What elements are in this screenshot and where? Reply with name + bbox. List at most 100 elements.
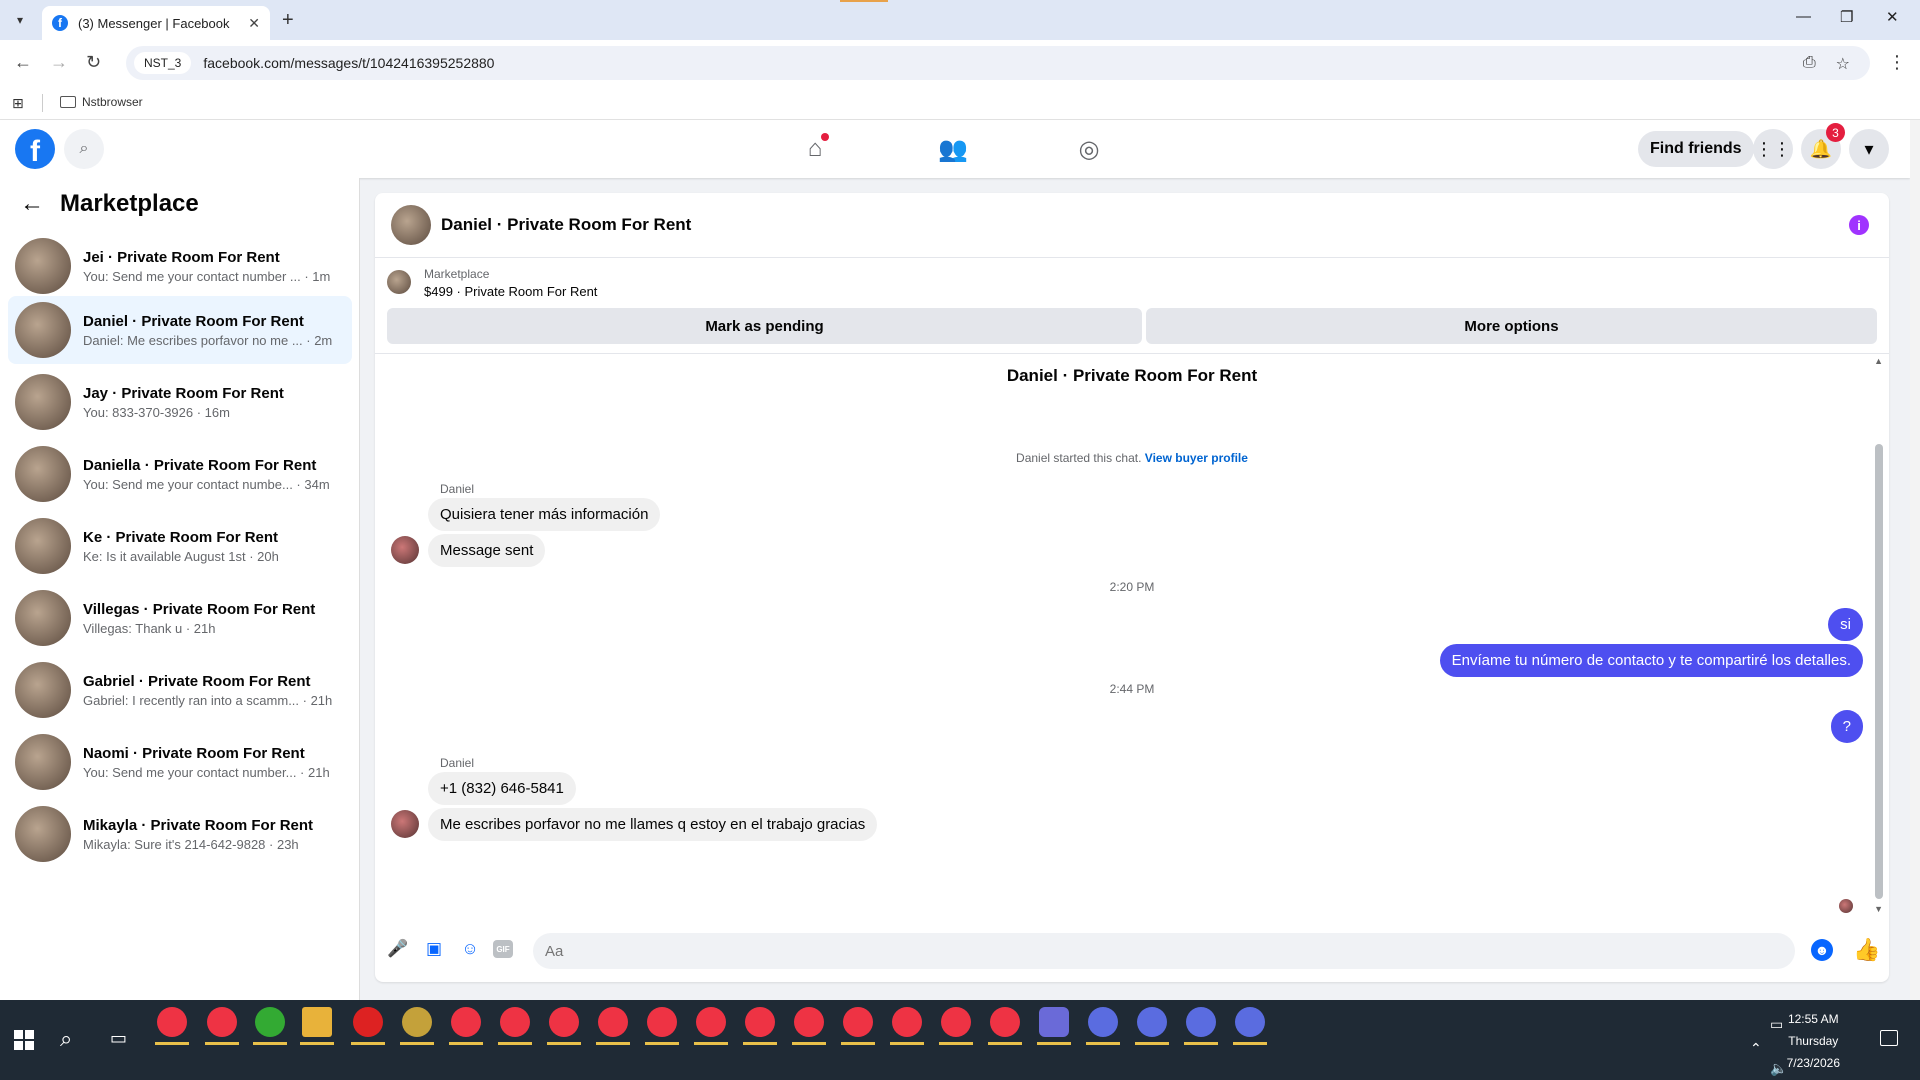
install-app-icon[interactable]: ⎙: [1803, 54, 1816, 74]
chrome-icon[interactable]: [939, 1007, 973, 1045]
conversation-item[interactable]: Daniella · Private Room For Rent You: Sen…: [8, 440, 352, 508]
scroll-down-icon[interactable]: ▼: [1874, 904, 1883, 914]
chrome-profile-icon[interactable]: [155, 1007, 189, 1045]
facebook-logo-icon[interactable]: f: [15, 129, 55, 169]
gif-icon[interactable]: GIF: [493, 940, 513, 958]
browser-tab[interactable]: f (3) Messenger | Facebook ✕: [42, 6, 270, 40]
show-hidden-icons-icon[interactable]: ⌃: [1750, 1040, 1762, 1057]
conversation-item[interactable]: Jei · Private Room For Rent You: Send me …: [8, 232, 352, 300]
chrome-icon[interactable]: [498, 1007, 532, 1045]
chat-header-name[interactable]: Daniel · Private Room For Rent: [441, 215, 691, 235]
url-text[interactable]: facebook.com/messages/t/1042416395252880: [203, 55, 494, 71]
network-icon[interactable]: ▭: [1770, 1016, 1783, 1033]
bookmark-folder[interactable]: Nstbrowser: [60, 95, 143, 109]
forward-icon[interactable]: →: [50, 52, 68, 73]
chrome-icon[interactable]: [645, 1007, 679, 1045]
bookmark-star-icon[interactable]: ☆: [1836, 54, 1850, 74]
address-bar-row: ← → ↻ NST_3 facebook.com/messages/t/1042…: [0, 40, 1920, 86]
app-icon[interactable]: [400, 1007, 434, 1045]
notifications-bell-icon[interactable]: 🔔 3: [1801, 123, 1845, 169]
chrome-icon[interactable]: [988, 1007, 1022, 1045]
account-chevron-icon[interactable]: ▾: [1849, 129, 1889, 169]
view-buyer-profile-link[interactable]: View buyer profile: [1145, 451, 1248, 465]
nstbrowser-icon[interactable]: [1233, 1007, 1267, 1045]
chrome-icon[interactable]: [743, 1007, 777, 1045]
mark-as-pending-button[interactable]: Mark as pending: [387, 308, 1142, 344]
profile-chip[interactable]: NST_3: [134, 52, 192, 74]
conversation-snippet: You: Send me your contact number ... · 1…: [83, 268, 331, 284]
back-arrow-icon[interactable]: ←: [20, 190, 44, 218]
conversation-item[interactable]: Ke · Private Room For Rent Ke: Is it avai…: [8, 512, 352, 580]
scroll-up-icon[interactable]: ▲: [1874, 356, 1883, 366]
timestamp: 2:44 PM: [1109, 682, 1155, 696]
tab-search-chevron-icon[interactable]: ▾: [8, 9, 32, 31]
nstbrowser-icon[interactable]: [1086, 1007, 1120, 1045]
thumbs-up-icon[interactable]: 👍: [1853, 937, 1880, 963]
app-icon[interactable]: [351, 1007, 385, 1045]
incoming-message[interactable]: +1 (832) 646-5841: [428, 772, 576, 805]
taskbar-search-icon[interactable]: ⌕: [60, 1026, 72, 1052]
close-window-icon[interactable]: ✕: [1886, 8, 1899, 26]
find-friends-button[interactable]: Find friends: [1638, 131, 1754, 167]
groups-icon[interactable]: ◎: [1073, 133, 1105, 165]
home-icon[interactable]: ⌂: [799, 133, 831, 165]
nstbrowser-icon[interactable]: [1184, 1007, 1218, 1045]
conversation-item[interactable]: Villegas · Private Room For Rent Villegas…: [8, 584, 352, 652]
new-tab-icon[interactable]: +: [282, 9, 294, 32]
chrome-profile-icon[interactable]: [253, 1007, 287, 1045]
windows-start-icon[interactable]: [14, 1030, 34, 1050]
nstbrowser-icon[interactable]: [1135, 1007, 1169, 1045]
minimize-icon[interactable]: —: [1796, 8, 1811, 25]
sticker-icon[interactable]: ☺: [459, 938, 481, 960]
conversation-item-active[interactable]: Daniel · Private Room For Rent Daniel: Me…: [8, 296, 352, 364]
page-scrollbar[interactable]: [1910, 120, 1920, 1000]
back-icon[interactable]: ←: [14, 52, 32, 73]
task-view-icon[interactable]: ▭: [110, 1028, 127, 1049]
incoming-message[interactable]: Quisiera tener más información: [428, 498, 661, 531]
app-icon[interactable]: [1037, 1007, 1071, 1045]
chrome-icon[interactable]: [694, 1007, 728, 1045]
search-icon[interactable]: ⌕: [64, 129, 104, 169]
conversation-name: Jay · Private Room For Rent: [83, 384, 284, 402]
avatar[interactable]: [391, 205, 431, 245]
chrome-profile-icon[interactable]: [205, 1007, 239, 1045]
outgoing-message[interactable]: Envíame tu número de contacto y te compa…: [1439, 644, 1863, 677]
thread-scrollbar[interactable]: [1875, 444, 1883, 899]
more-options-button[interactable]: More options: [1146, 308, 1877, 344]
reload-icon[interactable]: ↻: [86, 52, 101, 73]
incoming-message[interactable]: Message sent: [428, 534, 546, 567]
restore-icon[interactable]: ❐: [1840, 8, 1853, 26]
outgoing-message[interactable]: si: [1828, 608, 1863, 641]
conversation-item[interactable]: Mikayla · Private Room For Rent Mikayla: …: [8, 800, 352, 868]
conversation-item[interactable]: Naomi · Private Room For Rent You: Send m…: [8, 728, 352, 796]
message-input[interactable]: [533, 933, 1795, 969]
listing-item[interactable]: $499 · Private Room For Rent: [424, 284, 597, 299]
browser-menu-icon[interactable]: ⋮: [1888, 52, 1906, 73]
omnibox[interactable]: NST_3 facebook.com/messages/t/1042416395…: [126, 46, 1870, 80]
notification-center-icon[interactable]: [1880, 1030, 1898, 1046]
avatar: [15, 446, 71, 502]
volume-muted-icon[interactable]: 🔈: [1770, 1060, 1787, 1077]
conversation-item[interactable]: Jay · Private Room For Rent You: 833-370-…: [8, 368, 352, 436]
chrome-icon[interactable]: [890, 1007, 924, 1045]
close-tab-icon[interactable]: ✕: [248, 15, 260, 32]
apps-grid-icon[interactable]: ⊞: [12, 95, 24, 112]
microphone-icon[interactable]: 🎤: [387, 938, 409, 960]
conversation-item[interactable]: Gabriel · Private Room For Rent Gabriel: …: [8, 656, 352, 724]
chrome-icon[interactable]: [547, 1007, 581, 1045]
timestamp: 2:20 PM: [1109, 580, 1155, 594]
chrome-icon[interactable]: [792, 1007, 826, 1045]
friends-icon[interactable]: 👥: [937, 133, 969, 165]
file-explorer-icon[interactable]: [300, 1007, 334, 1045]
chrome-icon[interactable]: [841, 1007, 875, 1045]
clock[interactable]: 12:55 AM Thursday 7/23/2026: [1787, 1008, 1840, 1074]
message-thread[interactable]: ▲ ▼ Daniel · Private Room For Rent Danie…: [375, 353, 1889, 918]
chrome-icon[interactable]: [449, 1007, 483, 1045]
outgoing-message[interactable]: ?: [1830, 710, 1863, 743]
info-icon[interactable]: i: [1849, 215, 1869, 235]
photo-icon[interactable]: ▣: [423, 938, 445, 960]
menu-grid-icon[interactable]: ⋮⋮: [1753, 129, 1793, 169]
incoming-message[interactable]: Me escribes porfavor no me llames q esto…: [428, 808, 878, 841]
emoji-icon[interactable]: ☻: [1811, 939, 1833, 961]
chrome-icon[interactable]: [596, 1007, 630, 1045]
